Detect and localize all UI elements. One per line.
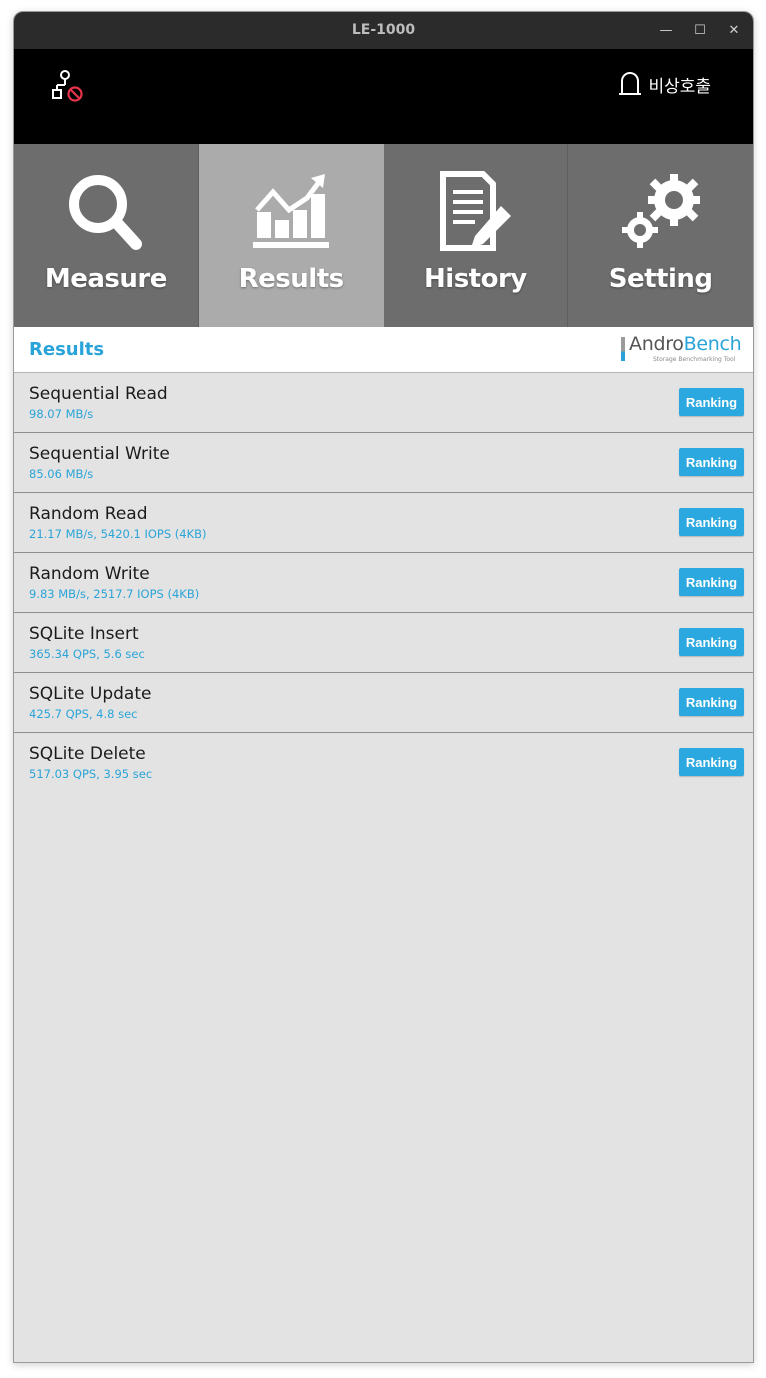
- tab-setting[interactable]: Setting: [568, 144, 753, 327]
- close-button[interactable]: ✕: [724, 21, 744, 41]
- tab-results[interactable]: Results: [198, 144, 384, 327]
- result-name: SQLite Update: [29, 684, 152, 704]
- list-item: SQLite Update 425.7 QPS, 4.8 sec Ranking: [14, 673, 753, 733]
- ranking-button[interactable]: Ranking: [679, 568, 744, 596]
- gears-icon: [621, 174, 700, 248]
- ranking-button[interactable]: Ranking: [679, 388, 744, 416]
- magnifier-icon: [68, 175, 142, 250]
- logo-andro: Andro: [629, 333, 684, 355]
- tab-history[interactable]: History: [383, 144, 569, 327]
- result-value: 425.7 QPS, 4.8 sec: [29, 707, 138, 721]
- top-bar: 비상호출: [14, 49, 753, 144]
- tab-measure-label: Measure: [44, 264, 167, 294]
- title-bar[interactable]: LE-1000 — ☐ ✕: [14, 12, 753, 49]
- logo-bar: [621, 337, 625, 361]
- androbench-logo: AndroBench Storage Benchmarking Tool: [621, 333, 742, 365]
- tab-results-label: Results: [238, 264, 344, 294]
- result-name: Random Read: [29, 504, 148, 524]
- ranking-button[interactable]: Ranking: [679, 688, 744, 716]
- list-item: SQLite Insert 365.34 QPS, 5.6 sec Rankin…: [14, 613, 753, 673]
- main-tabs: Measure Results History Setting: [14, 144, 753, 327]
- results-list: Sequential Read 98.07 MB/s Ranking Seque…: [14, 373, 753, 792]
- list-item: Random Write 9.83 MB/s, 2517.7 IOPS (4KB…: [14, 553, 753, 613]
- result-name: SQLite Delete: [29, 744, 146, 764]
- app-window: LE-1000 — ☐ ✕ 비상호출 Measure Results Histo…: [13, 11, 754, 1363]
- result-name: Sequential Read: [29, 384, 168, 404]
- section-title: Results: [29, 339, 105, 360]
- result-name: SQLite Insert: [29, 624, 139, 644]
- ranking-button[interactable]: Ranking: [679, 748, 744, 776]
- list-item: Sequential Read 98.07 MB/s Ranking: [14, 373, 753, 433]
- document-pencil-icon: [440, 171, 512, 251]
- minimize-button[interactable]: —: [656, 21, 676, 41]
- result-value: 98.07 MB/s: [29, 407, 94, 421]
- ranking-button[interactable]: Ranking: [679, 508, 744, 536]
- logo-name: AndroBench: [629, 333, 742, 355]
- logo-bench: Bench: [683, 333, 742, 355]
- ranking-button[interactable]: Ranking: [679, 448, 744, 476]
- list-item: SQLite Delete 517.03 QPS, 3.95 sec Ranki…: [14, 733, 753, 792]
- section-header: Results AndroBench Storage Benchmarking …: [14, 327, 753, 373]
- result-value: 21.17 MB/s, 5420.1 IOPS (4KB): [29, 527, 207, 541]
- logo-tagline: Storage Benchmarking Tool: [653, 356, 736, 363]
- result-name: Sequential Write: [29, 444, 170, 464]
- list-item: Sequential Write 85.06 MB/s Ranking: [14, 433, 753, 493]
- ranking-button[interactable]: Ranking: [679, 628, 744, 656]
- bell-icon: [619, 72, 642, 95]
- result-value: 365.34 QPS, 5.6 sec: [29, 647, 145, 661]
- chart-icon: [253, 174, 330, 248]
- list-item: Random Read 21.17 MB/s, 5420.1 IOPS (4KB…: [14, 493, 753, 553]
- result-value: 85.06 MB/s: [29, 467, 94, 481]
- result-value: 9.83 MB/s, 2517.7 IOPS (4KB): [29, 587, 200, 601]
- emergency-call-button[interactable]: 비상호출: [618, 71, 711, 97]
- tab-history-label: History: [424, 264, 527, 294]
- window-title: LE-1000: [351, 22, 416, 38]
- result-value: 517.03 QPS, 3.95 sec: [29, 767, 153, 781]
- network-disconnected-icon[interactable]: [51, 69, 85, 103]
- tab-measure[interactable]: Measure: [14, 144, 199, 327]
- maximize-button[interactable]: ☐: [690, 21, 710, 41]
- emergency-call-label: 비상호출: [648, 76, 711, 97]
- tab-setting-label: Setting: [608, 264, 713, 294]
- result-name: Random Write: [29, 564, 150, 584]
